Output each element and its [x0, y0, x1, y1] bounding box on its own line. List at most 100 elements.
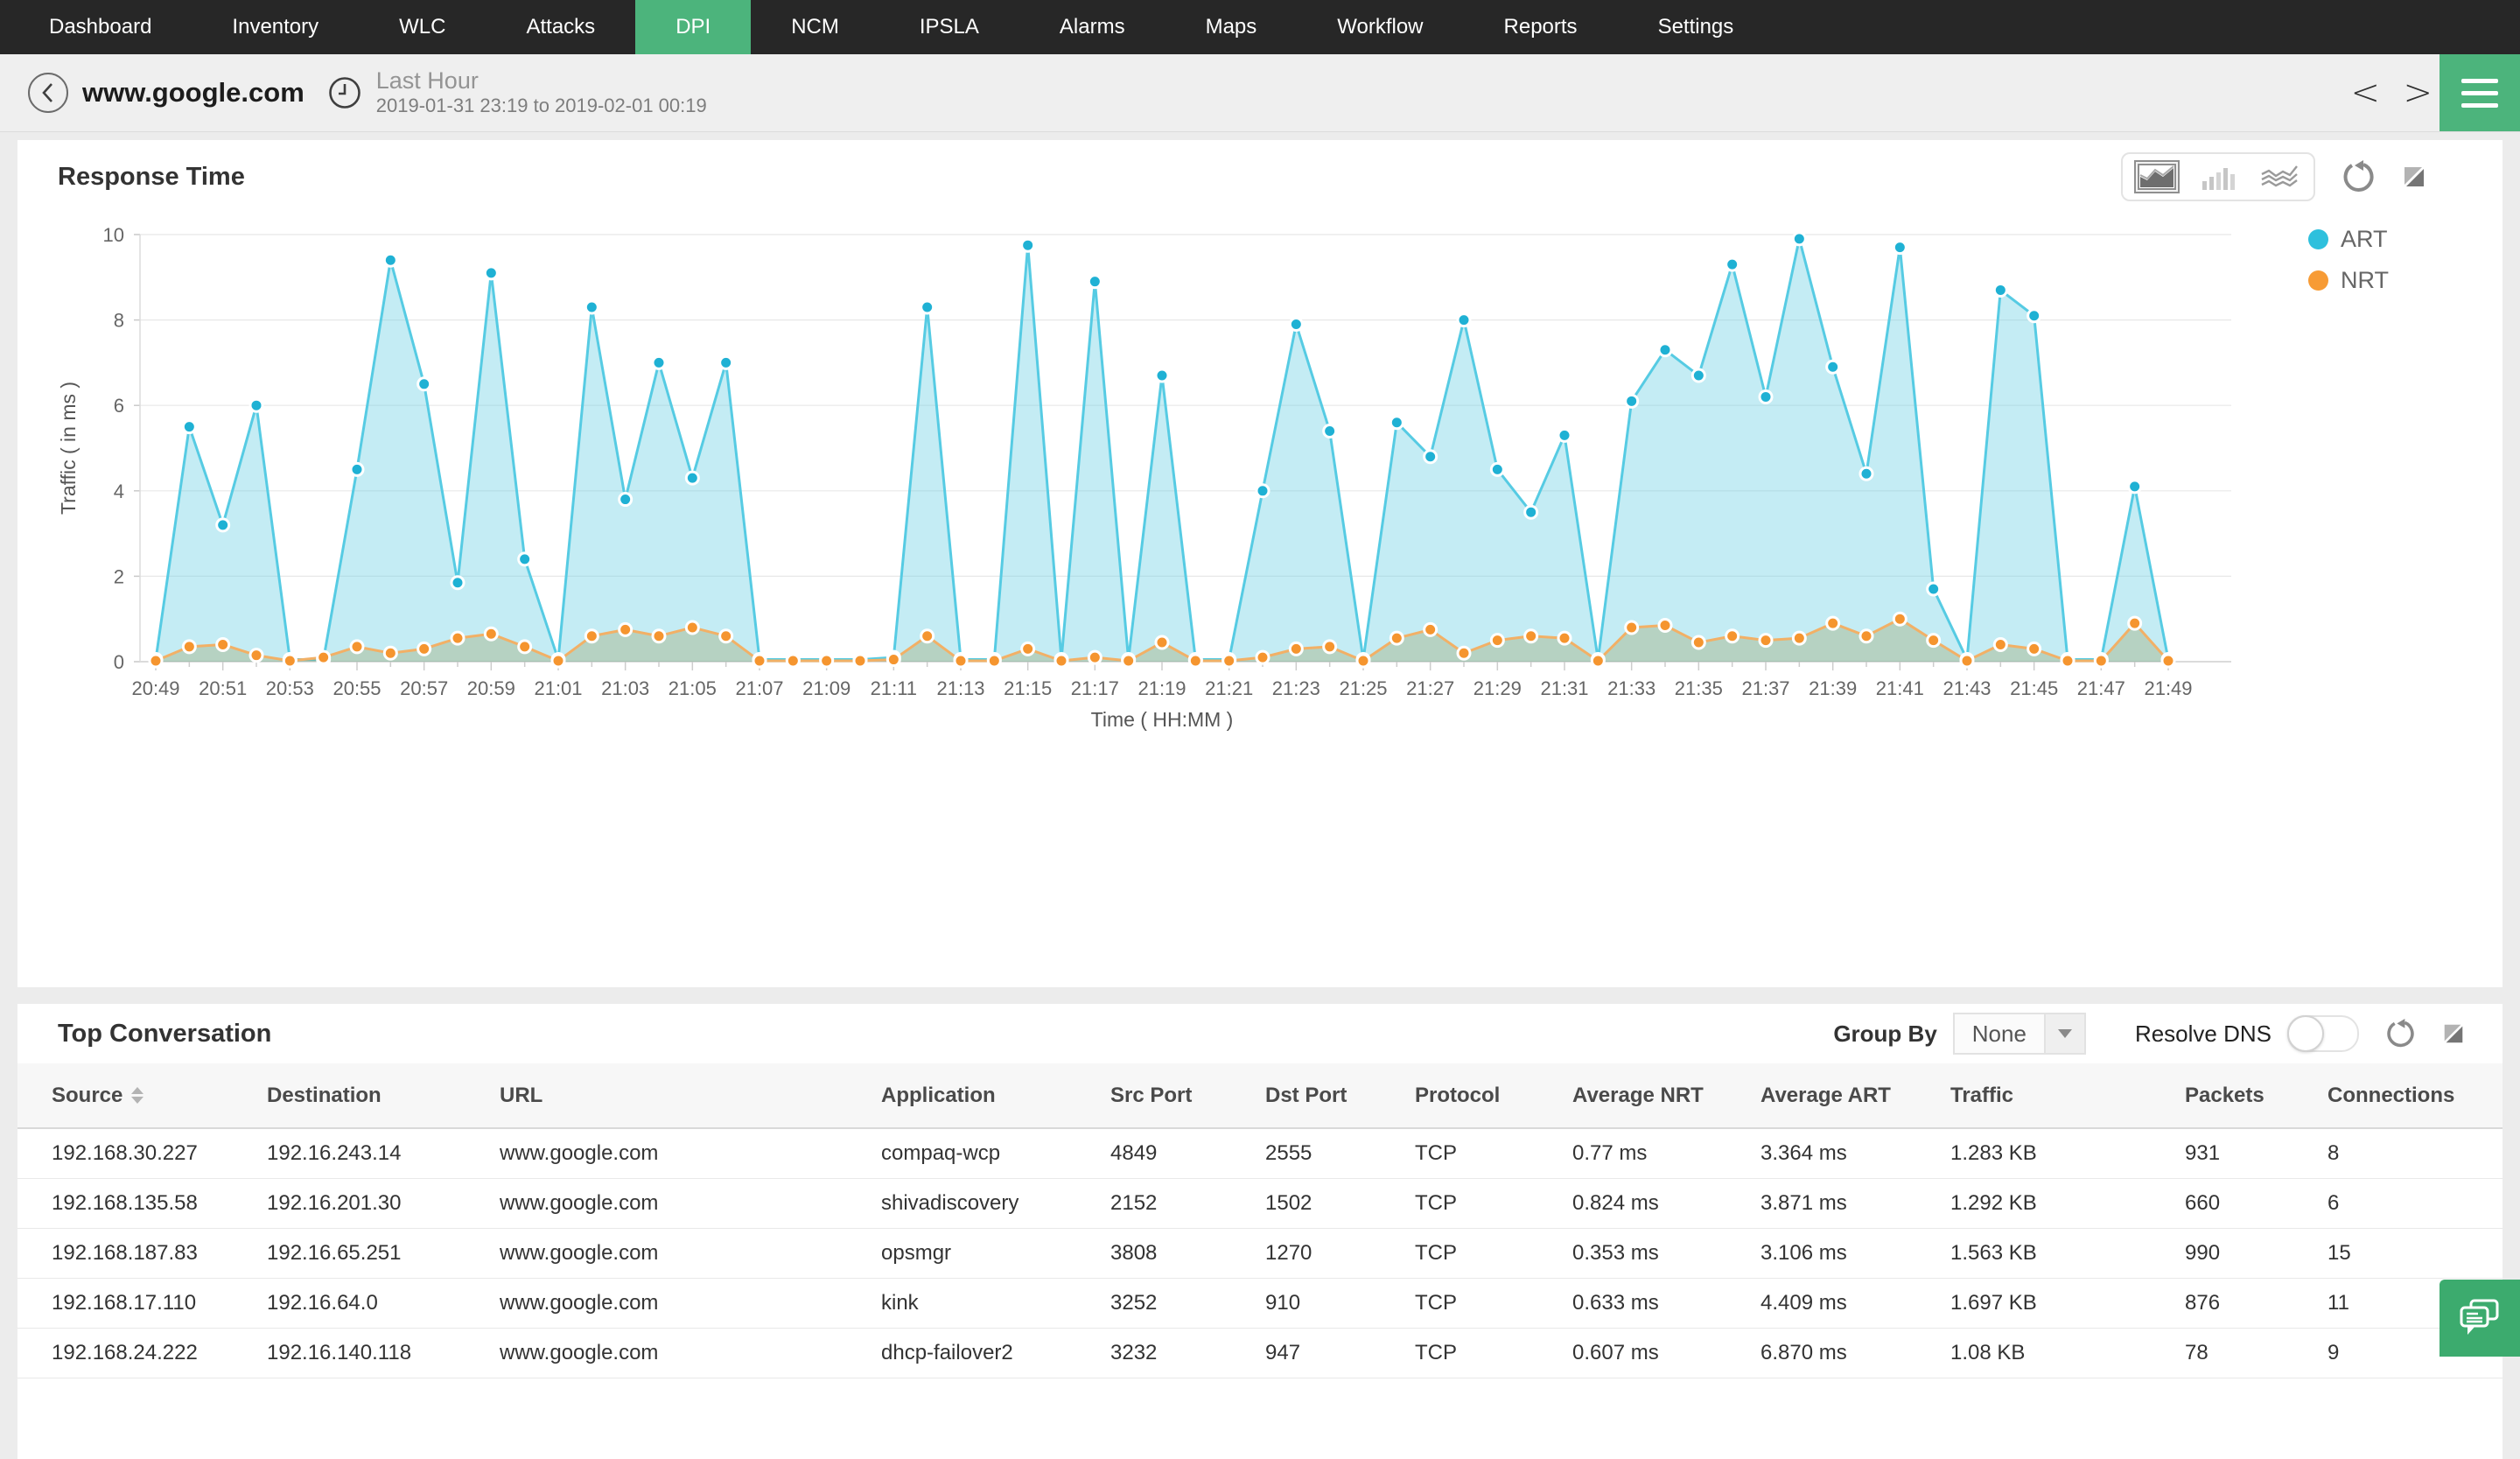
cell-protocol: TCP: [1415, 1329, 1572, 1378]
cell-protocol: TCP: [1415, 1229, 1572, 1278]
table-row[interactable]: 192.168.24.222192.16.140.118www.google.c…: [18, 1329, 2502, 1378]
svg-text:Traffic ( in ms ): Traffic ( in ms ): [57, 382, 80, 515]
column-header-label: URL: [500, 1084, 542, 1108]
table-row[interactable]: 192.168.17.110192.16.64.0www.google.comk…: [18, 1279, 2502, 1329]
nav-item-maps[interactable]: Maps: [1166, 0, 1298, 54]
cell-average-nrt: 0.607 ms: [1572, 1329, 1760, 1378]
cell-protocol: TCP: [1415, 1179, 1572, 1228]
cell-destination: 192.16.65.251: [267, 1229, 500, 1278]
menu-button[interactable]: [2440, 54, 2520, 131]
svg-text:21:19: 21:19: [1138, 677, 1186, 699]
column-header-protocol[interactable]: Protocol: [1415, 1063, 1572, 1127]
area-chart-button[interactable]: [2135, 161, 2179, 193]
column-header-label: Destination: [267, 1084, 382, 1108]
svg-text:21:15: 21:15: [1004, 677, 1052, 699]
cell-traffic: 1.292 KB: [1950, 1179, 2185, 1228]
top-conversation-panel: Top Conversation Group By None Resolve D…: [18, 1004, 2502, 1459]
nav-item-attacks[interactable]: Attacks: [486, 0, 635, 54]
nav-item-workflow[interactable]: Workflow: [1297, 0, 1463, 54]
table-row[interactable]: 192.168.187.83192.16.65.251www.google.co…: [18, 1229, 2502, 1279]
cell-dst-port: 2555: [1265, 1129, 1415, 1178]
expand-chart-button[interactable]: [2401, 164, 2427, 190]
svg-text:21:41: 21:41: [1876, 677, 1924, 699]
cell-traffic: 1.283 KB: [1950, 1129, 2185, 1178]
line-chart-button[interactable]: [2258, 161, 2301, 193]
cell-connections: 8: [2328, 1129, 2502, 1178]
previous-period-button[interactable]: <: [2350, 54, 2380, 131]
column-header-average-nrt[interactable]: Average NRT: [1572, 1063, 1760, 1127]
column-header-average-art[interactable]: Average ART: [1760, 1063, 1950, 1127]
nav-item-dashboard[interactable]: Dashboard: [9, 0, 192, 54]
cell-packets: 876: [2185, 1279, 2328, 1328]
svg-text:21:49: 21:49: [2144, 677, 2192, 699]
cell-average-art: 3.871 ms: [1760, 1179, 1950, 1228]
cell-destination: 192.16.64.0: [267, 1279, 500, 1328]
table-row[interactable]: 192.168.135.58192.16.201.30www.google.co…: [18, 1179, 2502, 1229]
svg-text:20:55: 20:55: [332, 677, 381, 699]
cell-dst-port: 1502: [1265, 1179, 1415, 1228]
cell-src-port: 3232: [1110, 1329, 1265, 1378]
column-header-label: Application: [881, 1084, 996, 1108]
nav-item-alarms[interactable]: Alarms: [1019, 0, 1166, 54]
cell-average-nrt: 0.353 ms: [1572, 1229, 1760, 1278]
column-header-label: Dst Port: [1265, 1084, 1347, 1108]
table-body: 192.168.30.227192.16.243.14www.google.co…: [18, 1129, 2502, 1378]
nav-item-settings[interactable]: Settings: [1618, 0, 1774, 54]
cell-application: shivadiscovery: [881, 1179, 1110, 1228]
refresh-table-button[interactable]: [2385, 1019, 2415, 1049]
back-button[interactable]: [28, 73, 68, 113]
column-header-src-port[interactable]: Src Port: [1110, 1063, 1265, 1127]
next-period-button[interactable]: >: [2403, 54, 2432, 131]
time-range-block[interactable]: Last Hour 2019-01-31 23:19 to 2019-02-01…: [376, 67, 707, 118]
group-by-label: Group By: [1833, 1021, 1936, 1048]
cell-source: 192.168.135.58: [52, 1179, 267, 1228]
cell-average-art: 4.409 ms: [1760, 1279, 1950, 1328]
column-header-label: Average ART: [1760, 1084, 1891, 1108]
cell-protocol: TCP: [1415, 1279, 1572, 1328]
nav-item-ipsla[interactable]: IPSLA: [879, 0, 1019, 54]
nav-item-reports[interactable]: Reports: [1464, 0, 1618, 54]
chart-toolbar: [2121, 152, 2427, 201]
cell-source: 192.168.17.110: [52, 1279, 267, 1328]
table-row[interactable]: 192.168.30.227192.16.243.14www.google.co…: [18, 1129, 2502, 1179]
column-header-destination[interactable]: Destination: [267, 1063, 500, 1127]
response-time-chart[interactable]: 024681020:4920:5120:5320:5520:5720:5921:…: [18, 228, 2502, 735]
svg-text:4: 4: [114, 480, 124, 502]
column-header-connections[interactable]: Connections: [2328, 1063, 2502, 1127]
bar-chart-icon: [2201, 164, 2236, 190]
column-header-label: Protocol: [1415, 1084, 1500, 1108]
group-by-dropdown[interactable]: None: [1953, 1013, 2086, 1055]
group-by-value: None: [1955, 1014, 2044, 1053]
sub-header-bar: www.google.com Last Hour 2019-01-31 23:1…: [0, 54, 2520, 132]
column-header-dst-port[interactable]: Dst Port: [1265, 1063, 1415, 1127]
svg-text:21:31: 21:31: [1540, 677, 1588, 699]
table-header-row: SourceDestination URL Application Src PortD…: [18, 1063, 2502, 1129]
svg-text:21:43: 21:43: [1942, 677, 1991, 699]
svg-text:21:07: 21:07: [735, 677, 783, 699]
nav-item-inventory[interactable]: Inventory: [192, 0, 359, 54]
svg-text:21:27: 21:27: [1406, 677, 1454, 699]
resolve-dns-toggle[interactable]: [2287, 1015, 2359, 1052]
nav-item-dpi[interactable]: DPI: [635, 0, 751, 54]
column-header-traffic[interactable]: Traffic: [1950, 1063, 2185, 1127]
time-range-label: Last Hour: [376, 67, 707, 94]
column-header-packets[interactable]: Packets: [2185, 1063, 2328, 1127]
cell-url: www.google.com: [500, 1129, 881, 1178]
cell-packets: 990: [2185, 1229, 2328, 1278]
column-header-url[interactable]: URL: [500, 1063, 881, 1127]
column-header-source[interactable]: Source: [52, 1063, 267, 1127]
svg-text:20:51: 20:51: [199, 677, 247, 699]
nav-item-wlc[interactable]: WLC: [359, 0, 486, 54]
chevron-down-icon: [2044, 1014, 2084, 1053]
nav-item-ncm[interactable]: NCM: [751, 0, 879, 54]
cell-application: compaq-wcp: [881, 1129, 1110, 1178]
chat-widget-button[interactable]: [2440, 1280, 2520, 1357]
refresh-chart-button[interactable]: [2342, 160, 2375, 193]
cell-average-nrt: 0.824 ms: [1572, 1179, 1760, 1228]
svg-text:21:05: 21:05: [668, 677, 717, 699]
column-header-application[interactable]: Application: [881, 1063, 1110, 1127]
cell-dst-port: 1270: [1265, 1229, 1415, 1278]
svg-text:10: 10: [103, 228, 124, 246]
expand-table-button[interactable]: [2441, 1021, 2466, 1046]
bar-chart-button[interactable]: [2198, 161, 2238, 193]
